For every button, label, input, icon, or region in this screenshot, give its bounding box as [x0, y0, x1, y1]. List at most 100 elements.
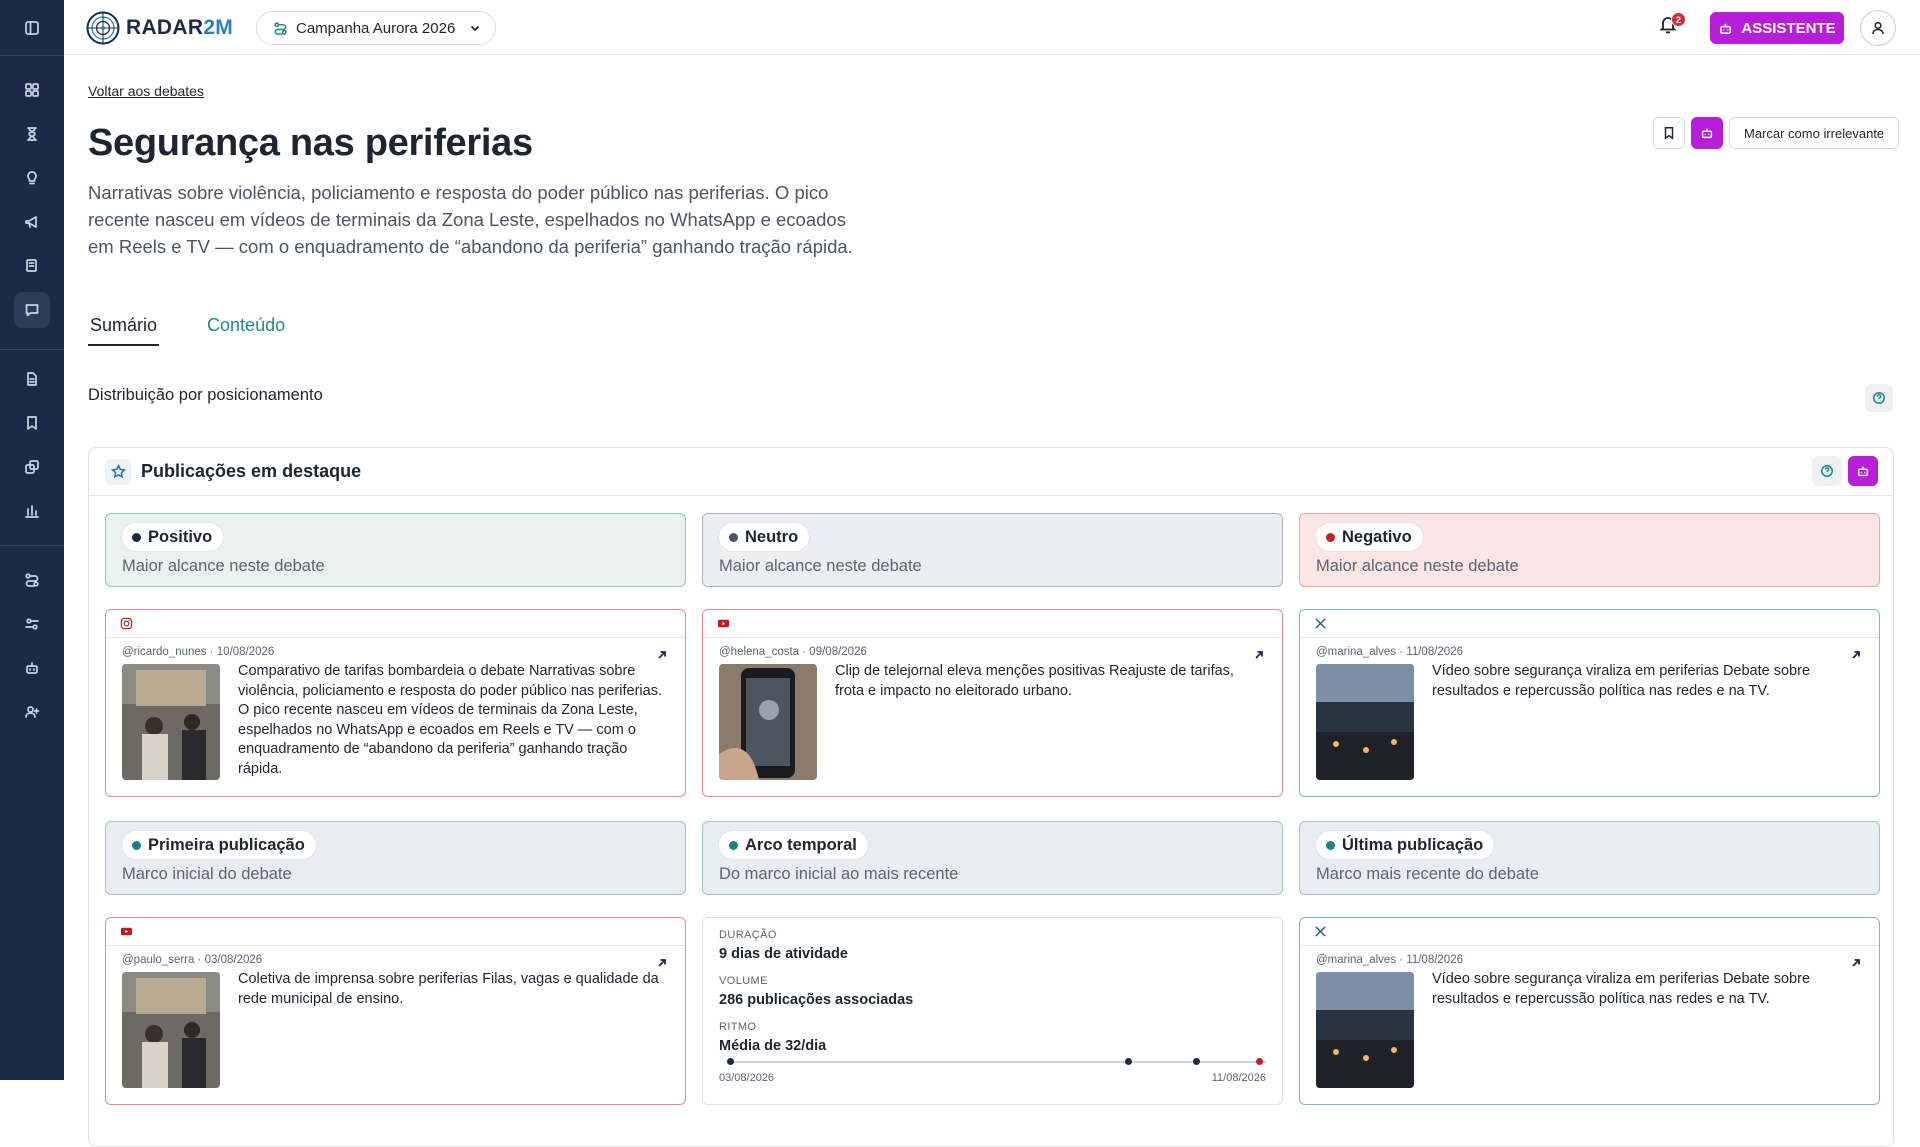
robot-icon[interactable] — [14, 650, 50, 686]
campaign-name: Campanha Aurora 2026 — [296, 19, 456, 37]
bookmark-icon[interactable] — [14, 405, 50, 441]
hourglass-icon[interactable] — [14, 116, 50, 152]
neutral-subtitle: Maior alcance neste debate — [719, 557, 922, 575]
post-text: Vídeo sobre segurança viraliza em perife… — [1432, 663, 1811, 699]
first-post-card[interactable]: Primeira publicação Marco inicial do deb… — [105, 821, 686, 895]
youtube-icon — [717, 619, 730, 628]
radar2m-logo[interactable]: RADAR2M — [86, 11, 233, 45]
assistant-button[interactable]: ASSISTENTE — [1710, 12, 1844, 44]
timeline-start-date: 03/08/2026 — [719, 1072, 775, 1084]
timeline-marker[interactable] — [1256, 1058, 1263, 1065]
assistant-debate-button[interactable] — [1691, 117, 1723, 149]
page-description: Narrativas sobre violência, policiamento… — [88, 182, 853, 257]
post-meta: @marina_alves · 11/08/2026 — [1316, 954, 1463, 966]
campaign-selector[interactable]: Campanha Aurora 2026 — [256, 11, 497, 45]
link-icon[interactable] — [14, 449, 50, 485]
highlights-panel: Publicações em destaque Positivo Maior a… — [88, 447, 1894, 1147]
top-header: RADAR2M Campanha Aurora 2026 2 ASSISTENT… — [64, 0, 1920, 55]
post-card[interactable]: @helena_costa · 09/08/2026 Clip de telej… — [702, 609, 1283, 797]
post-meta: @paulo_serra · 03/08/2026 — [122, 954, 263, 966]
volume-label: VOLUME — [719, 975, 768, 987]
positive-dot — [132, 532, 141, 542]
assistant-label: ASSISTENTE — [1741, 19, 1836, 37]
tab-bar: Sumário Conteúdo — [88, 309, 287, 346]
pace-label: RITMO — [719, 1021, 757, 1033]
last-post[interactable]: @marina_alves · 11/08/2026 Vídeo sobre s… — [1299, 917, 1880, 1105]
help-icon — [1821, 465, 1833, 477]
bookmark-button[interactable] — [1653, 117, 1685, 149]
bookmark-icon — [1664, 127, 1674, 140]
notification-count-badge: 2 — [1671, 12, 1686, 27]
timeline-end-date: 11/08/2026 — [1211, 1072, 1266, 1084]
timeline-marker[interactable] — [727, 1058, 734, 1065]
post-thumbnail — [719, 664, 817, 780]
help-icon — [1873, 392, 1885, 404]
external-link-icon[interactable] — [1254, 647, 1264, 659]
main-content: Voltar aos debates Segurança nas perifer… — [64, 56, 1920, 1147]
bar-chart-icon[interactable] — [14, 493, 50, 529]
sidebar — [0, 0, 64, 1080]
neutral-card[interactable]: Neutro Maior alcance neste debate — [702, 513, 1283, 587]
duration-value: 9 dias de atividade — [719, 946, 848, 962]
distribution-help-button[interactable] — [1865, 384, 1893, 412]
highlights-assistant-button[interactable] — [1848, 456, 1878, 486]
time-arc-stats: DURAÇÃO 9 dias de atividade VOLUME 286 p… — [702, 917, 1283, 1105]
x-icon — [1315, 926, 1326, 937]
highlights-help-button[interactable] — [1812, 456, 1842, 486]
external-link-icon[interactable] — [657, 647, 667, 659]
pace-value: Média de 32/dia — [719, 1038, 827, 1054]
post-thumbnail — [122, 972, 220, 1088]
logo-text: RADAR2M — [126, 16, 234, 39]
external-link-icon[interactable] — [1851, 955, 1861, 967]
timeline-marker[interactable] — [1193, 1058, 1200, 1065]
highlights-title: Publicações em destaque — [141, 461, 362, 481]
post-meta: @helena_costa · 09/08/2026 — [719, 646, 867, 658]
dashboard-icon[interactable] — [14, 72, 50, 108]
post-card[interactable]: @marina_alves · 11/08/2026 Vídeo sobre s… — [1299, 609, 1880, 797]
positive-pill: Positivo — [122, 523, 224, 551]
post-text: Vídeo sobre segurança viraliza em perife… — [1432, 971, 1811, 1007]
external-link-icon[interactable] — [657, 955, 667, 967]
megaphone-icon[interactable] — [14, 204, 50, 240]
time-arc-pill: Arco temporal — [719, 831, 868, 859]
instagram-icon — [120, 617, 133, 630]
time-arc-card[interactable]: Arco temporal Do marco inicial ao mais r… — [702, 821, 1283, 895]
time-arc-subtitle: Do marco inicial ao mais recente — [719, 865, 959, 883]
lightbulb-icon[interactable] — [14, 160, 50, 196]
mark-irrelevant-button[interactable]: Marcar como irrelevante — [1729, 117, 1900, 149]
post-card[interactable]: @ricardo_nunes · 10/08/2026 Comparativo … — [105, 609, 686, 797]
highlights-actions — [1812, 456, 1878, 486]
route-icon[interactable] — [14, 562, 50, 598]
x-icon — [1315, 618, 1326, 629]
positive-card[interactable]: Positivo Maior alcance neste debate — [105, 513, 686, 587]
highlights-header: Publicações em destaque — [89, 448, 1893, 496]
debate-actions: Marcar como irrelevante — [1653, 117, 1900, 149]
negative-card[interactable]: Negativo Maior alcance neste debate — [1299, 513, 1880, 587]
back-to-debates-link[interactable]: Voltar aos debates — [88, 83, 204, 99]
tab-content[interactable]: Conteúdo — [205, 309, 287, 346]
post-meta: @marina_alves · 11/08/2026 — [1316, 646, 1463, 658]
filters-icon[interactable] — [14, 606, 50, 642]
positive-subtitle: Maior alcance neste debate — [122, 557, 325, 575]
add-user-icon[interactable] — [14, 694, 50, 730]
debates-chat-icon[interactable] — [14, 292, 50, 328]
sidebar-toggle-icon[interactable] — [14, 10, 50, 46]
last-post-dot — [1326, 840, 1335, 850]
post-text: Comparativo de tarifas bombardeia o deba… — [238, 663, 662, 777]
neutral-pill: Neutro — [719, 523, 810, 551]
star-icon — [105, 458, 131, 485]
notifications-button[interactable]: 2 — [1658, 12, 1686, 40]
document-icon[interactable] — [14, 361, 50, 397]
first-post-subtitle: Marco inicial do debate — [122, 865, 292, 883]
external-link-icon[interactable] — [1851, 647, 1861, 659]
post-thumbnail — [122, 664, 220, 780]
user-avatar[interactable] — [1860, 10, 1896, 46]
post-text: Coletiva de imprensa sobre periferias Fi… — [238, 971, 659, 1007]
timeline-marker[interactable] — [1125, 1058, 1132, 1065]
last-post-card[interactable]: Última publicação Marco mais recente do … — [1299, 821, 1880, 895]
first-post[interactable]: @paulo_serra · 03/08/2026 Coletiva de im… — [105, 917, 686, 1105]
tab-summary[interactable]: Sumário — [88, 309, 160, 346]
post-thumbnail — [1316, 972, 1414, 1088]
duration-label: DURAÇÃO — [719, 929, 777, 941]
scroll-icon[interactable] — [14, 248, 50, 284]
